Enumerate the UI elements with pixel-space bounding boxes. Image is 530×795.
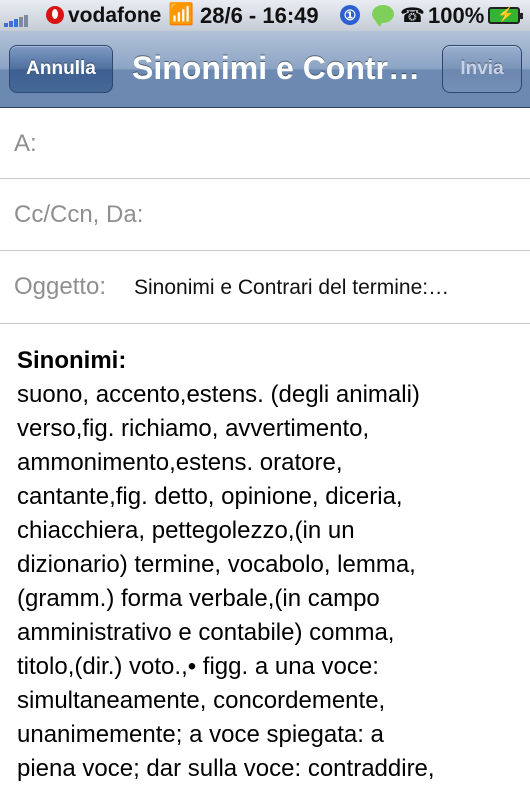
vodafone-icon	[46, 6, 64, 24]
body-line: titolo,(dir.) voto.,• figg. a una voce:	[17, 653, 379, 680]
signal-icon	[4, 9, 29, 27]
body-line: verso,fig. richiamo, avvertimento,	[17, 415, 370, 442]
to-label: A:	[14, 130, 37, 157]
phone-icon: ☎	[400, 5, 425, 27]
cancel-button[interactable]: Annulla	[9, 45, 113, 93]
alarm-icon: ①	[340, 5, 360, 25]
send-button[interactable]: Invia	[442, 45, 522, 93]
body-line: unanimemente; a voce spiegata: a	[17, 721, 384, 748]
body-line: piena voce; dar sulla voce: contraddire,	[17, 755, 435, 782]
subject-value[interactable]: Sinonimi e Contrari del termine:…	[134, 276, 518, 300]
cc-label: Cc/Ccn, Da:	[14, 201, 144, 228]
message-body[interactable]: Sinonimi: suono, accento,estens. (degli …	[17, 344, 525, 786]
wifi-icon: 📶	[168, 3, 195, 26]
message-icon	[372, 5, 394, 27]
body-line: amministrativo e contabile) comma,	[17, 619, 395, 646]
cc-bcc-from-field[interactable]: Cc/Ccn, Da:	[0, 179, 530, 251]
subject-label: Oggetto:	[14, 273, 107, 300]
body-heading: Sinonimi:	[17, 347, 127, 374]
compose-title: Sinonimi e Contr…	[132, 50, 420, 86]
subject-field[interactable]: Oggetto: Sinonimi e Contrari del termine…	[0, 251, 530, 324]
to-field[interactable]: A:	[0, 108, 530, 179]
body-line: dizionario) termine, vocabolo, lemma,	[17, 551, 416, 578]
body-line: (gramm.) forma verbale,(in campo	[17, 585, 380, 612]
body-line: chiacchiera, pettegolezzo,(in un	[17, 517, 355, 544]
navigation-bar: Annulla Sinonimi e Contr… Invia	[0, 31, 530, 108]
body-line: ammonimento,estens. oratore,	[17, 449, 343, 476]
body-line: simultaneamente, concordemente,	[17, 687, 386, 714]
body-line: suono, accento,estens. (degli animali)	[17, 381, 420, 408]
status-bar: vodafone 📶 28/6 - 16:49 ① ☎ 100% ⚡	[0, 0, 530, 31]
status-time: 28/6 - 16:49	[200, 3, 319, 28]
battery-percent: 100%	[428, 3, 485, 28]
carrier-name: vodafone	[68, 4, 162, 27]
battery-icon: ⚡	[488, 6, 523, 24]
body-line: cantante,fig. detto, opinione, diceria,	[17, 483, 403, 510]
